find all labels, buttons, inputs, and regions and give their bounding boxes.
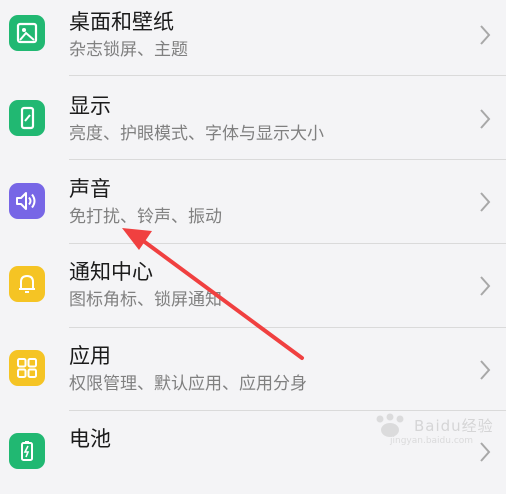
settings-item-subtitle: 亮度、护眼模式、字体与显示大小 — [69, 124, 324, 144]
settings-item-wallpaper[interactable]: 桌面和壁纸 杂志锁屏、主题 — [0, 0, 506, 75]
display-icon — [9, 100, 45, 136]
chevron-right-icon — [480, 109, 491, 129]
battery-icon — [9, 433, 45, 469]
chevron-right-icon — [480, 192, 491, 212]
chevron-right-icon — [480, 442, 491, 462]
chevron-right-icon — [480, 360, 491, 380]
settings-item-subtitle: 图标角标、锁屏通知 — [69, 290, 222, 310]
settings-item-title: 通知中心 — [69, 260, 153, 284]
settings-item-subtitle: 杂志锁屏、主题 — [69, 40, 188, 60]
settings-item-subtitle: 权限管理、默认应用、应用分身 — [69, 374, 307, 394]
settings-item-subtitle: 免打扰、铃声、振动 — [69, 207, 222, 227]
settings-item-sound[interactable]: 声音 免打扰、铃声、振动 — [0, 160, 506, 243]
settings-list: 桌面和壁纸 杂志锁屏、主题 显示 亮度、护眼模式、字体与显示大小 声音 免打扰、… — [0, 0, 506, 469]
settings-item-title: 显示 — [69, 94, 111, 118]
chevron-right-icon — [480, 25, 491, 45]
apps-icon — [9, 350, 45, 386]
wallpaper-icon — [9, 15, 45, 51]
settings-item-notifications[interactable]: 通知中心 图标角标、锁屏通知 — [0, 244, 506, 327]
settings-item-battery[interactable]: 电池 — [0, 411, 506, 494]
chevron-right-icon — [480, 276, 491, 296]
settings-item-title: 应用 — [69, 344, 111, 368]
settings-item-title: 电池 — [69, 427, 111, 451]
bell-icon — [9, 266, 45, 302]
sound-icon — [9, 183, 45, 219]
settings-item-display[interactable]: 显示 亮度、护眼模式、字体与显示大小 — [0, 76, 506, 159]
settings-item-title: 声音 — [69, 177, 111, 201]
settings-item-apps[interactable]: 应用 权限管理、默认应用、应用分身 — [0, 328, 506, 411]
settings-item-title: 桌面和壁纸 — [69, 10, 174, 34]
